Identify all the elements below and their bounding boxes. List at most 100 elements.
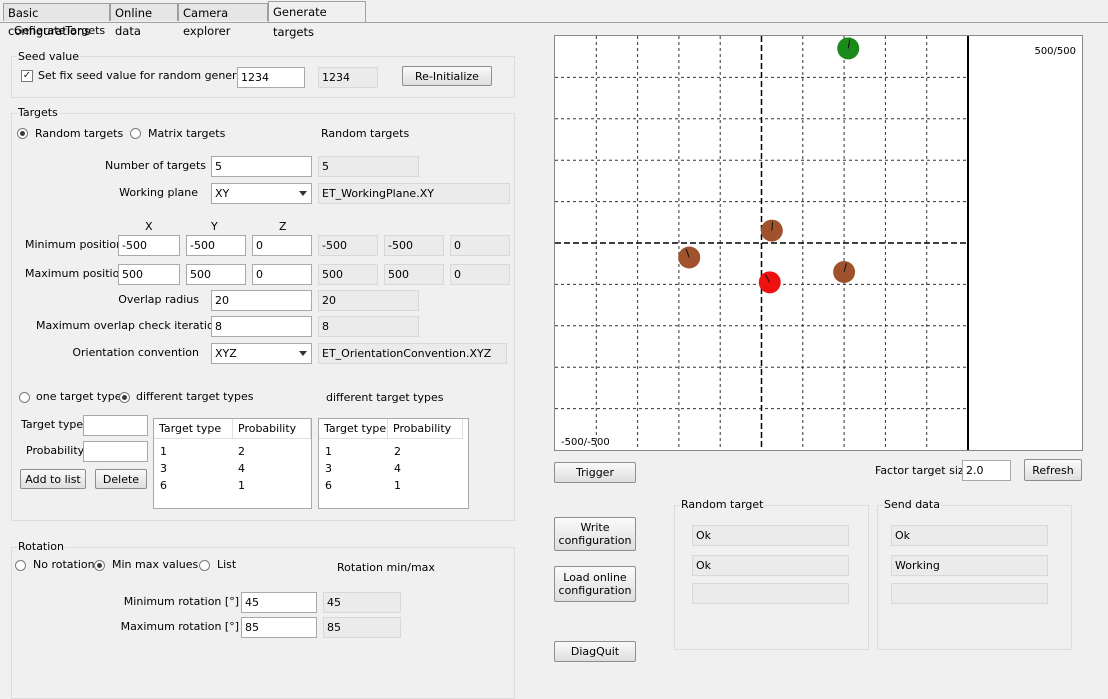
target-types-table[interactable]: Target type Probability 1 2 3 4 6 1: [153, 418, 312, 509]
overlap-radius-label: Overlap radius: [118, 293, 199, 306]
target-type-label: Target type: [21, 418, 84, 431]
random-targets-label: Random targets: [35, 127, 124, 140]
max-z-input[interactable]: 0: [252, 264, 312, 285]
max-overlap-iterations-input[interactable]: 8: [211, 316, 312, 337]
send-data-status-3: [891, 583, 1048, 604]
one-target-type-radio[interactable]: [19, 392, 30, 403]
probability-label: Probability: [26, 444, 85, 457]
number-of-targets-label: Number of targets: [105, 159, 206, 172]
table-header-probability[interactable]: Probability: [233, 419, 311, 439]
maximum-rotation-input[interactable]: 85: [241, 617, 317, 638]
target-types-readout: different target types: [326, 391, 444, 404]
list-radio[interactable]: [199, 560, 210, 571]
random-target-status-3: [692, 583, 849, 604]
table-cell: 1: [394, 479, 401, 492]
matrix-targets-radio[interactable]: [130, 128, 141, 139]
target-plot-canvas[interactable]: [555, 36, 1082, 450]
max-overlap-iterations-readout: 8: [318, 316, 419, 337]
target-mode-readout: Random targets: [321, 127, 410, 140]
add-to-list-button[interactable]: Add to list: [20, 469, 86, 489]
tab-generate-targets[interactable]: Generate targets: [268, 1, 366, 39]
refresh-button[interactable]: Refresh: [1024, 459, 1082, 481]
orientation-convention-value: XYZ: [215, 347, 237, 360]
panel-title: GenerateTargets: [14, 24, 105, 37]
seed-group-title: Seed value: [17, 50, 81, 63]
column-x-label: X: [145, 220, 153, 233]
number-of-targets-input[interactable]: 5: [211, 156, 312, 177]
minimum-rotation-input[interactable]: 45: [241, 592, 317, 613]
no-rotation-label: No rotation: [33, 558, 95, 571]
tab-camera-explorer[interactable]: Camera explorer: [178, 3, 268, 38]
table-cell: 1: [325, 445, 332, 458]
send-data-status-1: Ok: [891, 525, 1048, 546]
number-of-targets-readout: 5: [318, 156, 419, 177]
re-initialize-button[interactable]: Re-Initialize: [402, 66, 492, 86]
random-target-status-2: Ok: [692, 555, 849, 576]
table-cell[interactable]: 4: [232, 460, 245, 477]
column-y-label: Y: [211, 220, 218, 233]
maximum-rotation-label: Maximum rotation [°]: [120, 620, 239, 633]
random-target-status-1: Ok: [692, 525, 849, 546]
overlap-radius-input[interactable]: 20: [211, 290, 312, 311]
different-target-types-radio[interactable]: [119, 392, 130, 403]
table-cell[interactable]: 6: [154, 477, 167, 494]
write-configuration-button[interactable]: Write configuration: [554, 517, 636, 551]
target-plot[interactable]: 500/500 -500/-500: [554, 35, 1083, 451]
working-plane-readout: ET_WorkingPlane.XY: [318, 183, 510, 204]
table-cell[interactable]: 1: [232, 477, 245, 494]
load-online-configuration-button[interactable]: Load online configuration: [554, 566, 636, 602]
working-plane-value: XY: [215, 187, 230, 200]
max-y-input[interactable]: 500: [186, 264, 246, 285]
target-types-readout-table: Target type Probability 1 2 3 4 6 1: [318, 418, 469, 509]
max-y-readout: 500: [384, 264, 444, 285]
table-header-target-type[interactable]: Target type: [154, 419, 233, 439]
diagquit-button[interactable]: DiagQuit: [554, 641, 636, 662]
maximum-rotation-readout: 85: [323, 617, 401, 638]
table-cell[interactable]: 3: [154, 460, 167, 477]
delete-button[interactable]: Delete: [95, 469, 147, 489]
tab-basic-configurations[interactable]: Basic configurations: [3, 3, 110, 38]
maximum-position-label: Maximum position: [25, 267, 127, 280]
random-targets-radio[interactable]: [17, 128, 28, 139]
tab-online-data[interactable]: Online data: [110, 3, 178, 38]
no-rotation-radio[interactable]: [15, 560, 26, 571]
min-y-readout: -500: [384, 235, 444, 256]
column-z-label: Z: [279, 220, 287, 233]
min-z-input[interactable]: 0: [252, 235, 312, 256]
min-x-input[interactable]: -500: [118, 235, 180, 256]
fix-seed-checkbox[interactable]: ✓: [21, 70, 33, 82]
seed-input[interactable]: 1234: [237, 67, 305, 88]
max-z-readout: 0: [450, 264, 510, 285]
panel-title-text: GenerateTargets: [14, 24, 106, 37]
max-x-input[interactable]: 500: [118, 264, 180, 285]
max-overlap-iterations-label: Maximum overlap check iterations: [36, 319, 227, 332]
chevron-down-icon: [299, 191, 307, 196]
trigger-button[interactable]: Trigger: [554, 462, 636, 483]
table-cell[interactable]: 1: [154, 443, 167, 460]
target-marker: [837, 37, 860, 60]
min-max-values-radio[interactable]: [94, 560, 105, 571]
rotation-mode-readout: Rotation min/max: [337, 561, 435, 574]
load-online-configuration-line2: configuration: [558, 584, 632, 597]
table-cell: 4: [394, 462, 401, 475]
factor-target-size-input[interactable]: 2.0: [962, 460, 1011, 481]
min-y-input[interactable]: -500: [186, 235, 246, 256]
orientation-convention-readout: ET_OrientationConvention.XYZ: [318, 343, 507, 364]
load-online-configuration-line1: Load online: [563, 571, 627, 584]
orientation-convention-select[interactable]: XYZ: [211, 343, 312, 364]
overlap-radius-readout: 20: [318, 290, 419, 311]
different-target-types-label: different target types: [136, 390, 254, 403]
probability-input[interactable]: [83, 441, 148, 462]
table-cell[interactable]: 2: [232, 443, 245, 460]
list-label: List: [217, 558, 237, 571]
chevron-down-icon: [299, 351, 307, 356]
one-target-type-label: one target type: [36, 390, 122, 403]
min-max-values-label: Min max values: [112, 558, 199, 571]
target-type-input[interactable]: [83, 415, 148, 436]
write-configuration-line1: Write: [580, 521, 610, 534]
orientation-convention-label: Orientation convention: [72, 346, 199, 359]
working-plane-select[interactable]: XY: [211, 183, 312, 204]
target-marker: [758, 271, 781, 294]
readout-header-target-type: Target type: [319, 419, 388, 439]
random-target-group-title: Random target: [680, 498, 765, 511]
